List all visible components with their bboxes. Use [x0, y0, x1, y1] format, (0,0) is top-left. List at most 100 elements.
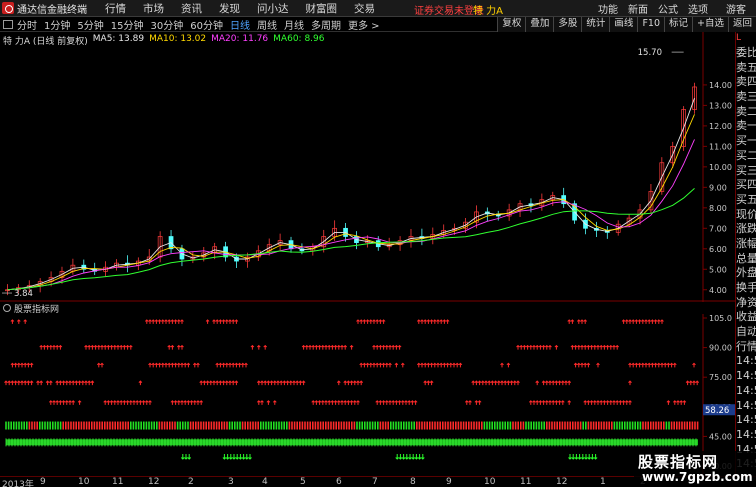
tool-back-button[interactable]: 返回 — [727, 17, 756, 32]
tool-overlay-button[interactable]: 叠加 — [525, 17, 554, 32]
tool-multi-stock-button[interactable]: 多股 — [553, 17, 582, 32]
menu-item-formula[interactable]: 公式 — [658, 1, 678, 16]
signal-arrow — [36, 380, 40, 386]
signal-arrow — [352, 380, 357, 386]
signal-arrow — [199, 380, 204, 386]
period-15min[interactable]: 15分钟 — [111, 17, 144, 32]
signal-arrow — [477, 380, 482, 386]
quote-row: 买三 — [736, 163, 756, 177]
signal-arrow — [324, 344, 328, 350]
signal-arrow — [640, 362, 645, 368]
signal-arrow — [500, 362, 504, 368]
signal-arrow — [596, 362, 600, 368]
menu-item-trade[interactable]: 交易 — [354, 1, 375, 16]
window-icon[interactable] — [3, 19, 13, 29]
menu-item-wealth[interactable]: 财富圈 — [306, 1, 338, 16]
legend-ma60: MA60: 8.96 — [273, 34, 325, 44]
signal-arrow — [170, 319, 175, 324]
signal-arrow — [266, 380, 271, 386]
signal-arrow — [173, 362, 178, 368]
menu-item-news[interactable]: 资讯 — [181, 1, 202, 16]
signal-arrow — [375, 319, 380, 324]
signal-arrow — [596, 344, 600, 350]
period-daily[interactable]: 日线 — [230, 17, 250, 32]
signal-arrow — [548, 380, 552, 386]
signal-arrow — [183, 400, 188, 405]
signal-arrow — [84, 380, 88, 386]
signal-arrow — [359, 362, 364, 368]
period-1min[interactable]: 1分钟 — [44, 17, 70, 32]
signal-arrow — [180, 400, 184, 405]
signal-arrow — [576, 362, 581, 368]
signal-arrow — [231, 362, 236, 368]
menu-item-discover[interactable]: 发现 — [219, 1, 240, 16]
signal-arrow — [330, 400, 335, 405]
signal-arrow — [138, 380, 143, 386]
kline-chart[interactable]: 14.00 13.00 12.00 11.00 10.00 9.00 8.00 7.00 6.0… — [0, 32, 735, 476]
period-monthly[interactable]: 月线 — [284, 17, 304, 32]
signal-arrow — [74, 380, 79, 386]
period-5min[interactable]: 5分钟 — [77, 17, 103, 32]
quote-row: 买一 — [736, 134, 756, 148]
indicator-tick-label: 90.00 — [709, 344, 732, 353]
signal-arrow — [48, 344, 53, 350]
signal-arrow — [231, 380, 236, 386]
signal-arrow — [381, 362, 386, 368]
signal-arrow — [186, 362, 191, 368]
signal-arrow — [400, 362, 405, 368]
signal-arrow — [624, 400, 629, 405]
signal-arrow — [378, 362, 383, 368]
signal-arrow — [183, 362, 188, 368]
menu-item-new-page[interactable]: 新面 — [628, 1, 648, 16]
signal-arrow — [180, 362, 184, 368]
guest-user[interactable]: 游客 — [726, 1, 746, 16]
period-multi[interactable]: 多周期 — [311, 17, 341, 32]
sell-arrow — [584, 454, 588, 460]
signal-arrow — [327, 400, 332, 405]
tool-draw-button[interactable]: 画线 — [609, 17, 638, 32]
signal-arrow — [567, 319, 572, 324]
signal-arrow — [615, 400, 620, 405]
tool-adjust-button[interactable]: 复权 — [497, 17, 526, 32]
signal-arrow — [429, 380, 434, 386]
date-label: 2 — [188, 477, 194, 487]
menu-item-options[interactable]: 选项 — [688, 1, 708, 16]
signal-arrow — [346, 380, 351, 386]
sell-arrow — [248, 454, 252, 460]
tool-mark-button[interactable]: 标记 — [664, 17, 693, 32]
menu-item-function[interactable]: 功能 — [598, 1, 618, 16]
period-weekly[interactable]: 周线 — [257, 17, 277, 32]
period-more[interactable]: 更多 > — [348, 17, 380, 32]
indicator-settings-icon[interactable] — [3, 304, 11, 312]
sell-arrow — [404, 454, 409, 460]
signal-arrow — [154, 319, 159, 324]
indicator-name[interactable]: 股票指标网 — [14, 302, 59, 315]
sell-arrow — [238, 454, 243, 460]
period-60min[interactable]: 60分钟 — [190, 17, 223, 32]
menu-item-quotes[interactable]: 行情 — [105, 1, 126, 16]
menu-item-ask[interactable]: 问小达 — [257, 1, 289, 16]
signal-arrow — [55, 400, 60, 405]
signal-arrow — [87, 344, 92, 350]
signal-arrow — [541, 380, 546, 386]
signal-arrow — [634, 362, 639, 368]
signal-arrow — [487, 380, 492, 386]
tool-stats-button[interactable]: 统计 — [581, 17, 610, 32]
signal-arrow — [346, 400, 351, 405]
signal-arrow — [39, 380, 44, 386]
signal-arrow — [644, 362, 648, 368]
tool-f10-button[interactable]: F10 — [637, 17, 664, 32]
signal-arrow — [125, 400, 130, 405]
period-30min[interactable]: 30分钟 — [150, 17, 183, 32]
tool-add-watchlist-button[interactable]: +自选 — [692, 17, 728, 32]
signal-arrow — [173, 319, 178, 324]
signal-arrow — [506, 380, 511, 386]
signal-arrow — [189, 400, 194, 405]
signal-arrow — [119, 400, 124, 405]
signal-arrow — [244, 362, 248, 368]
period-intraday[interactable]: 分时 — [17, 17, 37, 32]
price-tick-label: 7.00 — [709, 224, 727, 233]
signal-arrow — [378, 319, 383, 324]
menu-item-market[interactable]: 市场 — [143, 1, 164, 16]
signal-arrow — [237, 362, 242, 368]
